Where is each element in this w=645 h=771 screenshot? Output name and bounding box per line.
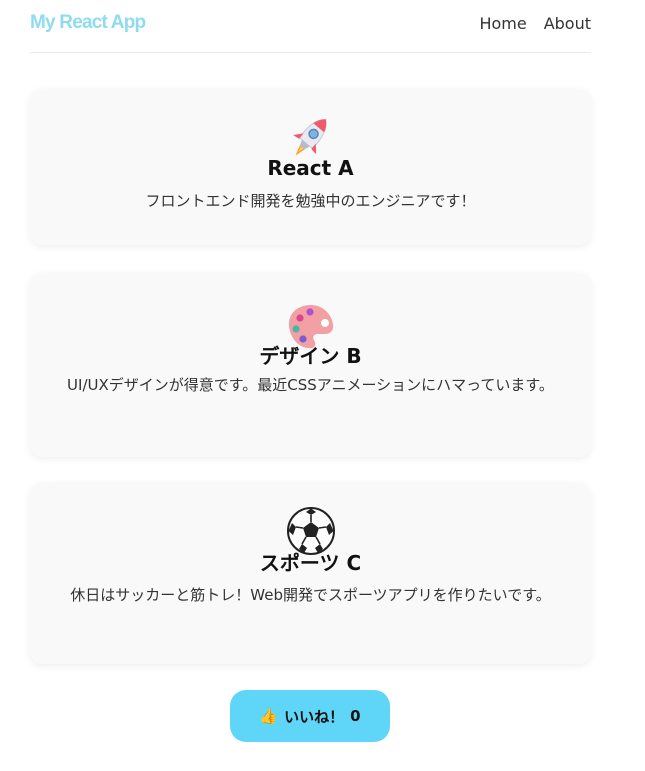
nav-link-home[interactable]: Home: [479, 14, 526, 33]
like-button-label: いいね！: [284, 707, 345, 726]
card-title: スポーツ C: [259, 551, 362, 575]
thumbs-up-icon: 👍: [259, 707, 279, 725]
page: My React App Home About React A フロントエンド開…: [0, 0, 645, 771]
like-count: 0: [350, 707, 361, 725]
card-description: 休日はサッカーと筋トレ！Web開発でスポーツアプリを作りたいです。: [70, 586, 551, 604]
profile-card-c: スポーツ C 休日はサッカーと筋トレ！Web開発でスポーツアプリを作りたいです。: [30, 483, 591, 664]
card-title: React A: [267, 156, 354, 180]
card-description: UI/UXデザインが得意です。最近CSSアニメーションにハマっています。: [67, 376, 554, 394]
main-nav: Home About: [479, 14, 591, 33]
app-logo[interactable]: My React App: [30, 12, 146, 34]
profile-card-a: React A フロントエンド開発を勉強中のエンジニアです！: [30, 89, 591, 245]
nav-link-about[interactable]: About: [544, 14, 591, 33]
like-button[interactable]: 👍 いいね！ 0: [230, 690, 390, 742]
card-title: デザイン B: [259, 344, 362, 368]
profile-card-b: デザイン B UI/UXデザインが得意です。最近CSSアニメーションにハマってい…: [30, 273, 591, 457]
card-description: フロントエンド開発を勉強中のエンジニアです！: [145, 192, 476, 210]
site-header: My React App Home About: [30, 0, 591, 53]
